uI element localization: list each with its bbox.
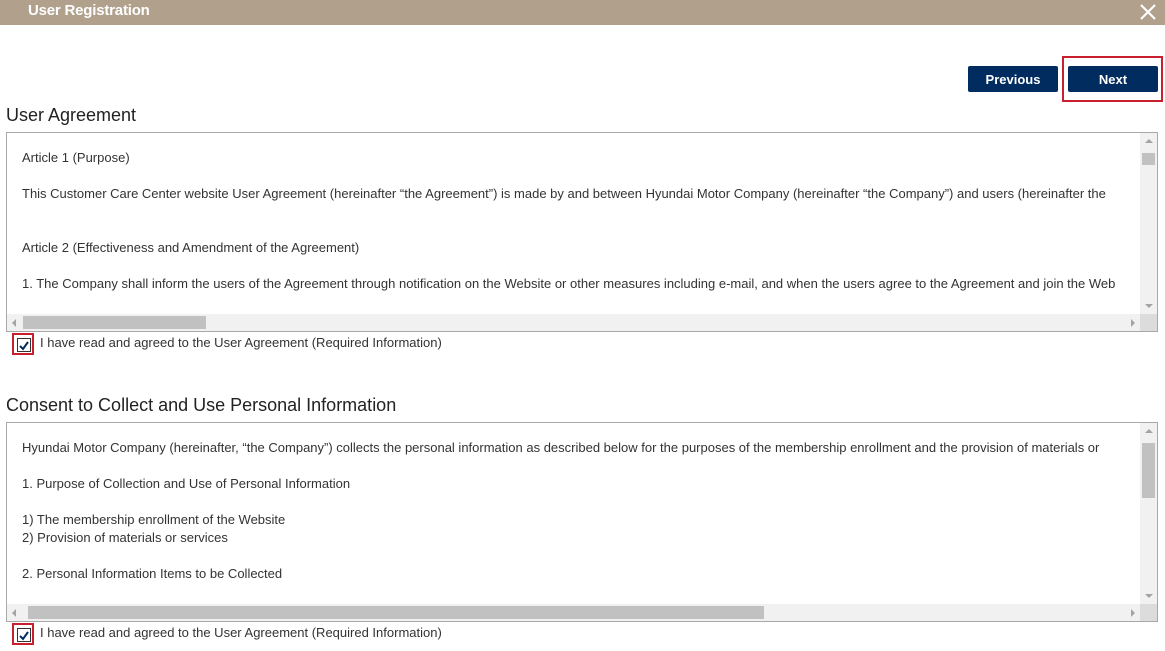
- next-button[interactable]: Next: [1068, 66, 1158, 92]
- scroll-up-icon[interactable]: [1145, 139, 1153, 143]
- consent-paragraph: Hyundai Motor Company (hereinafter, “the…: [22, 440, 1100, 455]
- user-agreement-checkbox[interactable]: [17, 338, 31, 352]
- vertical-scrollbar[interactable]: [1140, 133, 1157, 314]
- scroll-corner: [1140, 604, 1157, 621]
- close-icon[interactable]: [1137, 1, 1159, 23]
- scroll-thumb[interactable]: [28, 606, 764, 619]
- user-agreement-content: Article 1 (Purpose) This Customer Care C…: [22, 133, 1137, 313]
- checkbox-highlight: [12, 333, 34, 355]
- scroll-thumb[interactable]: [23, 316, 206, 329]
- consent-paragraph: 1. Purpose of Collection and Use of Pers…: [22, 476, 351, 491]
- user-agreement-title: User Agreement: [6, 105, 137, 125]
- scroll-corner: [1140, 314, 1157, 331]
- scroll-thumb[interactable]: [1142, 153, 1155, 165]
- checkmark-icon: [19, 631, 29, 641]
- agreement-paragraph: This Customer Care Center website User A…: [22, 186, 1106, 201]
- agreement-paragraph: 1. The Company shall inform the users of…: [22, 276, 1116, 291]
- vertical-scrollbar[interactable]: [1140, 423, 1157, 604]
- consent-paragraph: 2. Personal Information Items to be Coll…: [22, 566, 283, 581]
- horizontal-scrollbar[interactable]: [7, 604, 1140, 621]
- scroll-right-icon[interactable]: [1131, 609, 1135, 617]
- agreement-paragraph: Article 2 (Effectiveness and Amendment o…: [22, 240, 360, 255]
- user-agreement-textbox[interactable]: Article 1 (Purpose) This Customer Care C…: [6, 132, 1158, 332]
- title-bar: User Registration: [0, 0, 1165, 25]
- consent-content: Hyundai Motor Company (hereinafter, “the…: [22, 423, 1137, 603]
- window-title: User Registration: [28, 2, 150, 19]
- scroll-left-icon[interactable]: [12, 319, 16, 327]
- consent-paragraph: 1) The membership enrollment of the Webs…: [22, 512, 286, 527]
- consent-paragraph: 2) Provision of materials or services: [22, 530, 228, 545]
- consent-textbox[interactable]: Hyundai Motor Company (hereinafter, “the…: [6, 422, 1158, 622]
- previous-button[interactable]: Previous: [968, 66, 1058, 92]
- checkbox-highlight: [12, 623, 34, 645]
- scroll-right-icon[interactable]: [1131, 319, 1135, 327]
- scroll-thumb[interactable]: [1142, 443, 1155, 498]
- horizontal-scrollbar[interactable]: [7, 314, 1140, 331]
- consent-checkbox[interactable]: [17, 628, 31, 642]
- consent-title: Consent to Collect and Use Personal Info…: [6, 395, 397, 415]
- scroll-down-icon[interactable]: [1145, 304, 1153, 308]
- scroll-left-icon[interactable]: [12, 609, 16, 617]
- agreement-paragraph: Article 1 (Purpose): [22, 150, 130, 165]
- checkmark-icon: [19, 341, 29, 351]
- scroll-up-icon[interactable]: [1145, 429, 1153, 433]
- scroll-down-icon[interactable]: [1145, 594, 1153, 598]
- consent-checkbox-label[interactable]: I have read and agreed to the User Agree…: [40, 625, 442, 640]
- user-agreement-checkbox-label[interactable]: I have read and agreed to the User Agree…: [40, 335, 442, 350]
